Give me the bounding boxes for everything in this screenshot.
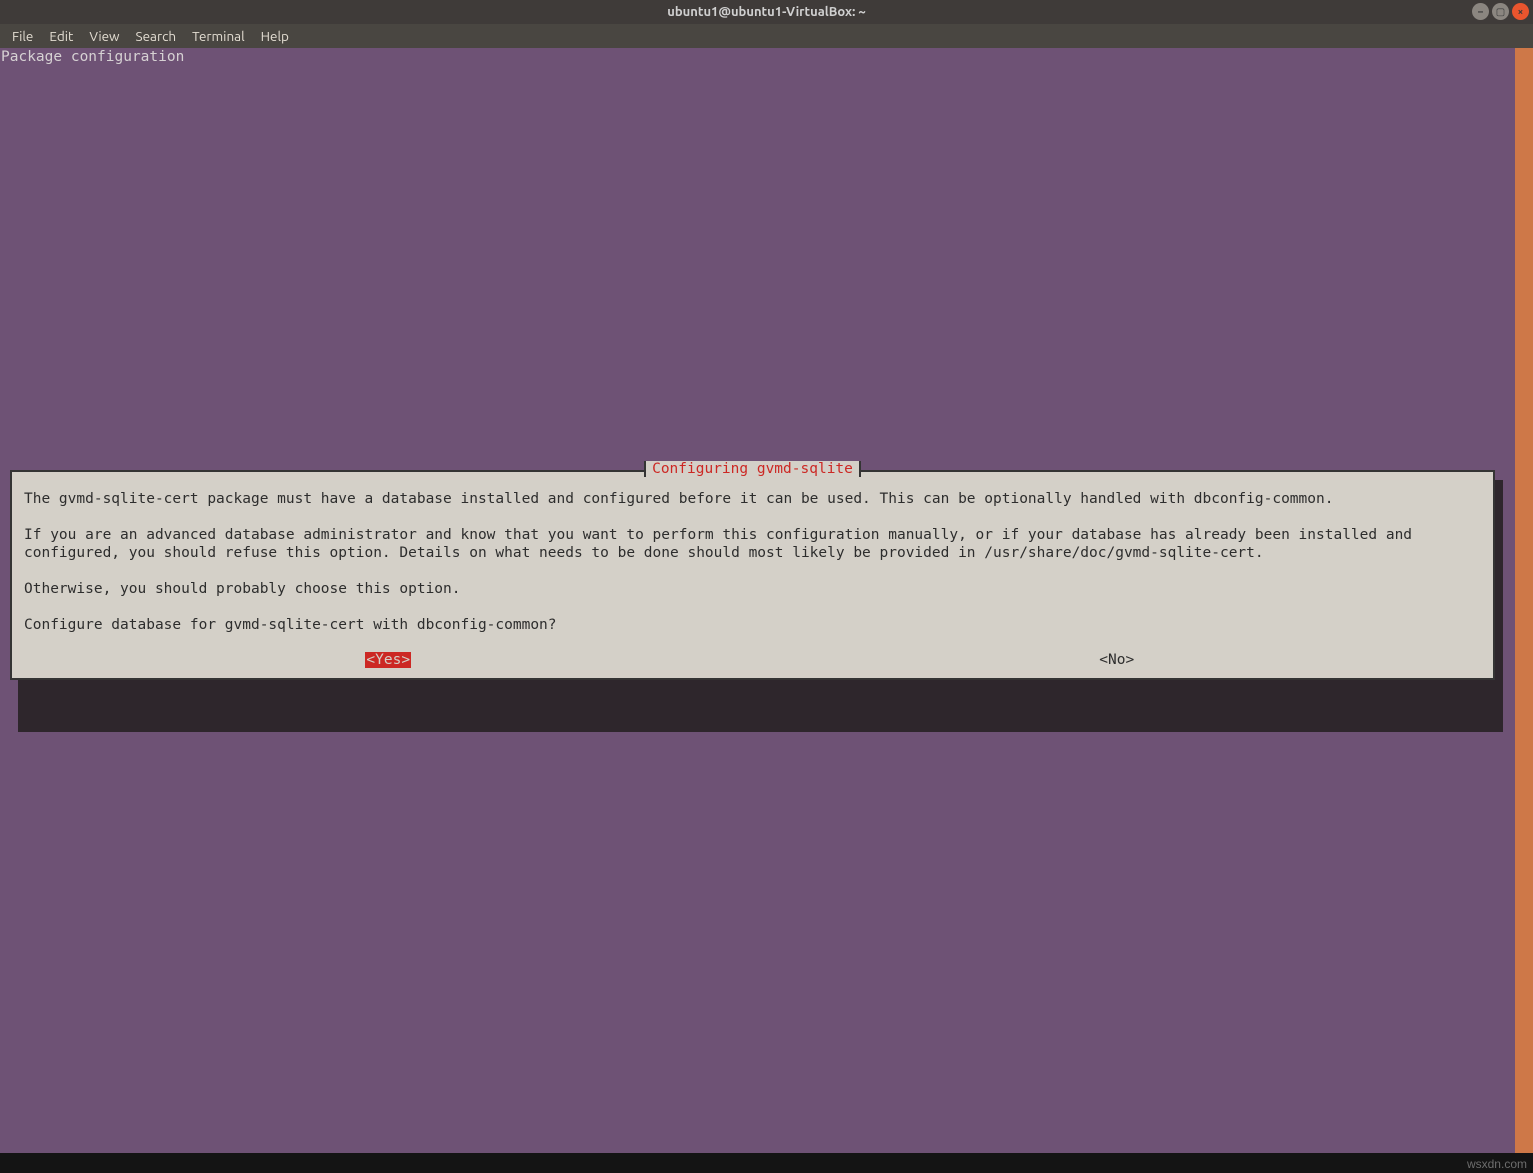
terminal-area[interactable]: Package configuration Configuring gvmd-s… — [0, 48, 1533, 1154]
dialog-buttons: <Yes> <No> — [24, 652, 1481, 668]
window-title: ubuntu1@ubuntu1-VirtualBox: ~ — [667, 5, 866, 19]
scrollbar[interactable] — [1515, 48, 1533, 1154]
dialog-text-2: If you are an advanced database administ… — [24, 526, 1481, 562]
menu-bar: File Edit View Search Terminal Help — [0, 24, 1533, 48]
close-icon[interactable]: × — [1512, 3, 1529, 20]
window-title-bar: ubuntu1@ubuntu1-VirtualBox: ~ – ▢ × — [0, 0, 1533, 24]
dialog-text-1: The gvmd-sqlite-cert package must have a… — [24, 490, 1481, 508]
menu-file[interactable]: File — [4, 28, 41, 44]
minimize-icon[interactable]: – — [1472, 3, 1489, 20]
package-configuration-header: Package configuration — [0, 48, 1533, 66]
menu-search[interactable]: Search — [128, 28, 185, 44]
menu-terminal[interactable]: Terminal — [184, 28, 253, 44]
menu-edit[interactable]: Edit — [41, 28, 81, 44]
yes-button[interactable]: <Yes> — [365, 652, 411, 668]
dialog-text-4: Configure database for gvmd-sqlite-cert … — [24, 616, 1481, 634]
no-button[interactable]: <No> — [1099, 652, 1134, 668]
maximize-icon[interactable]: ▢ — [1492, 3, 1509, 20]
dialog-title: Configuring gvmd-sqlite — [644, 461, 861, 477]
menu-view[interactable]: View — [81, 28, 127, 44]
window-controls: – ▢ × — [1472, 3, 1529, 20]
config-dialog: Configuring gvmd-sqlite The gvmd-sqlite-… — [10, 470, 1495, 680]
watermark: wsxdn.com — [0, 1153, 1533, 1173]
menu-help[interactable]: Help — [253, 28, 297, 44]
dialog-text-3: Otherwise, you should probably choose th… — [24, 580, 1481, 598]
